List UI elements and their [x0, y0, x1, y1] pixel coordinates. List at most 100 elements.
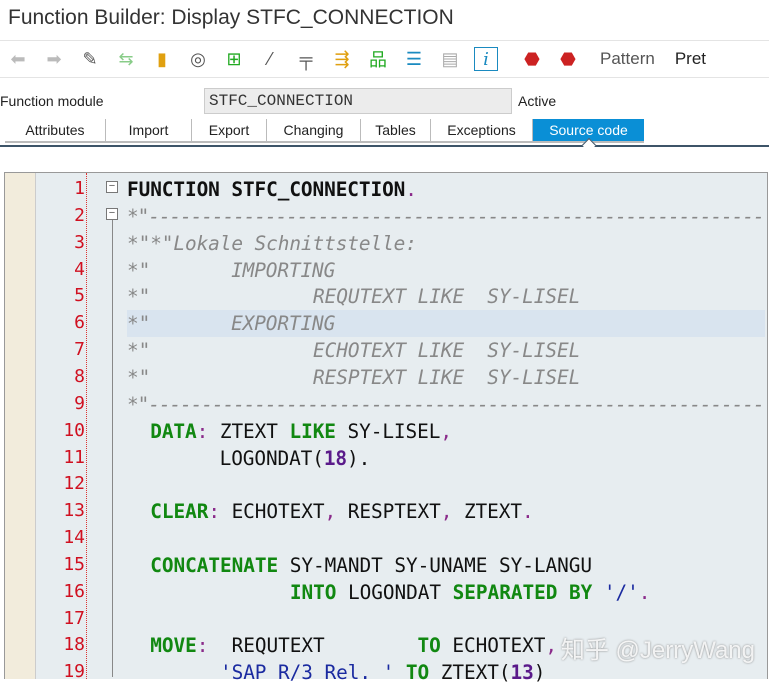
info-icon[interactable]: i [474, 47, 498, 71]
code-line[interactable]: *"*"Lokale Schnittstelle: [127, 230, 765, 257]
navigation-icon[interactable]: ⇶ [330, 47, 354, 71]
code-line[interactable]: LOGONDAT(18). [127, 445, 765, 472]
tab-changing[interactable]: Changing [267, 119, 361, 141]
hierarchy-icon[interactable]: 品 [366, 47, 390, 71]
tab-tables[interactable]: Tables [361, 119, 431, 141]
code-token: *" RESPTEXT LIKE SY-LISEL [127, 365, 581, 389]
code-token: . [522, 500, 534, 524]
tab-attributes[interactable]: Attributes [5, 119, 106, 141]
code-line[interactable]: *" RESPTEXT LIKE SY-LISEL [127, 364, 765, 391]
code-token: '/' [603, 580, 639, 604]
align-icon[interactable]: ☰ [402, 47, 426, 71]
watermark: 知乎 @JerryWang [560, 637, 755, 664]
code-token: , [440, 500, 453, 524]
code-token: REQUTEXT [208, 634, 418, 658]
tab-exceptions[interactable]: Exceptions [431, 119, 533, 141]
tab-import[interactable]: Import [106, 119, 192, 141]
forward-icon[interactable]: ➡ [42, 47, 66, 71]
code-token: ECHOTEXT [440, 634, 546, 658]
code-line[interactable]: CLEAR: ECHOTEXT, RESPTEXT, ZTEXT. [127, 498, 765, 525]
code-line[interactable]: FUNCTION STFC_CONNECTION. [127, 176, 765, 203]
object-list-icon[interactable]: ⊞ [222, 47, 246, 71]
code-token: *"--------------------------------------… [127, 204, 765, 228]
code-token: *"*"Lokale Schnittstelle: [127, 231, 417, 255]
code-token: TO [417, 634, 441, 658]
magic-wand-icon[interactable]: ⁄ [258, 47, 282, 71]
function-module-row: Function module STFC_CONNECTION Active [0, 88, 769, 116]
line-number: 12 [63, 473, 85, 495]
status-label: Active [518, 93, 557, 109]
breakpoint-icon[interactable]: ╤ [294, 47, 318, 71]
code-token: SY-MANDT SY-UNAME SY-LANGU [278, 553, 592, 577]
line-number: 6 [74, 312, 85, 334]
code-line[interactable]: *" IMPORTING [127, 257, 765, 284]
fold-collapse-icon[interactable]: − [106, 181, 118, 193]
stop-user-icon[interactable]: ⬣ [556, 47, 580, 71]
line-number: 5 [74, 285, 85, 307]
tab-bar: Attributes Import Export Changing Tables… [5, 119, 644, 143]
tab-export[interactable]: Export [192, 119, 267, 141]
code-editor[interactable]: − − 1 FUNCTION STFC_CONNECTION. 2 *"-------… [4, 172, 768, 684]
toolbar: ⬅ ➡ ✎ ⇆ ▮ ◎ ⊞ ⁄ ╤ ⇶ 品 ☰ ▤ i ⬣ ⬣ Pattern … [0, 40, 769, 78]
where-used-icon[interactable]: ◎ [186, 47, 210, 71]
code-token: 'SAP R/3 Rel. ' [219, 661, 395, 685]
function-module-label: Function module [0, 93, 104, 109]
code-token: FUNCTION STFC_CONNECTION [127, 178, 406, 201]
document-icon[interactable]: ▤ [438, 47, 462, 71]
code-line[interactable]: INTO LOGONDAT SEPARATED BY '/'. [127, 579, 765, 606]
line-number: 19 [63, 661, 85, 683]
code-line[interactable]: CONCATENATE SY-MANDT SY-UNAME SY-LANGU [127, 552, 765, 579]
pretty-printer-button[interactable]: Pret [675, 49, 706, 69]
divider [0, 145, 769, 147]
code-line[interactable]: *" ECHOTEXT LIKE SY-LISEL [127, 337, 765, 364]
pattern-button[interactable]: Pattern [600, 49, 655, 69]
code-line[interactable]: *"--------------------------------------… [127, 391, 765, 418]
code-token: ) [533, 661, 546, 685]
function-module-field[interactable]: STFC_CONNECTION [204, 88, 512, 114]
code-line[interactable]: *"--------------------------------------… [127, 203, 765, 230]
code-token: . [405, 178, 417, 201]
code-line[interactable] [127, 606, 765, 633]
line-number: 17 [63, 607, 85, 629]
back-icon[interactable]: ⬅ [6, 47, 30, 71]
code-line[interactable] [127, 525, 765, 552]
activate-icon[interactable]: ▮ [150, 47, 174, 71]
code-token: RESPTEXT [336, 500, 441, 524]
code-token: SEPARATED BY [452, 580, 593, 604]
display-change-icon[interactable]: ✎ [78, 47, 102, 71]
code-token: ). [347, 446, 371, 470]
code-token: *" REQUTEXT LIKE SY-LISEL [127, 285, 581, 309]
code-line[interactable] [127, 471, 765, 498]
line-number: 18 [63, 634, 85, 656]
line-number: 10 [63, 419, 85, 441]
active-inactive-icon[interactable]: ⇆ [114, 47, 138, 71]
code-token: TO [405, 661, 430, 685]
code-line[interactable]: DATA: ZTEXT LIKE SY-LISEL, [127, 418, 765, 445]
code-token: 18 [323, 446, 348, 470]
line-number: 15 [63, 553, 85, 575]
code-token: 13 [510, 661, 534, 685]
fold-collapse-icon[interactable]: − [106, 208, 118, 220]
code-line[interactable]: *" REQUTEXT LIKE SY-LISEL [127, 283, 765, 310]
code-token: INTO [289, 580, 337, 604]
code-token: CLEAR [150, 500, 209, 524]
code-token: MOVE [150, 634, 197, 658]
code-token: *" ECHOTEXT LIKE SY-LISEL [127, 339, 581, 363]
line-number: 1 [74, 178, 85, 199]
line-number: 2 [74, 204, 85, 226]
code-line[interactable]: *" EXPORTING [127, 310, 765, 338]
code-token: . [638, 580, 651, 604]
code-token: *" EXPORTING [127, 312, 336, 336]
stop-icon[interactable]: ⬣ [520, 47, 544, 71]
code-token: *"--------------------------------------… [127, 392, 765, 416]
line-number: 13 [63, 500, 85, 522]
code-token: SY-LISEL [335, 419, 441, 443]
line-number: 7 [74, 339, 85, 361]
code-token: ZTEXT [208, 419, 290, 443]
